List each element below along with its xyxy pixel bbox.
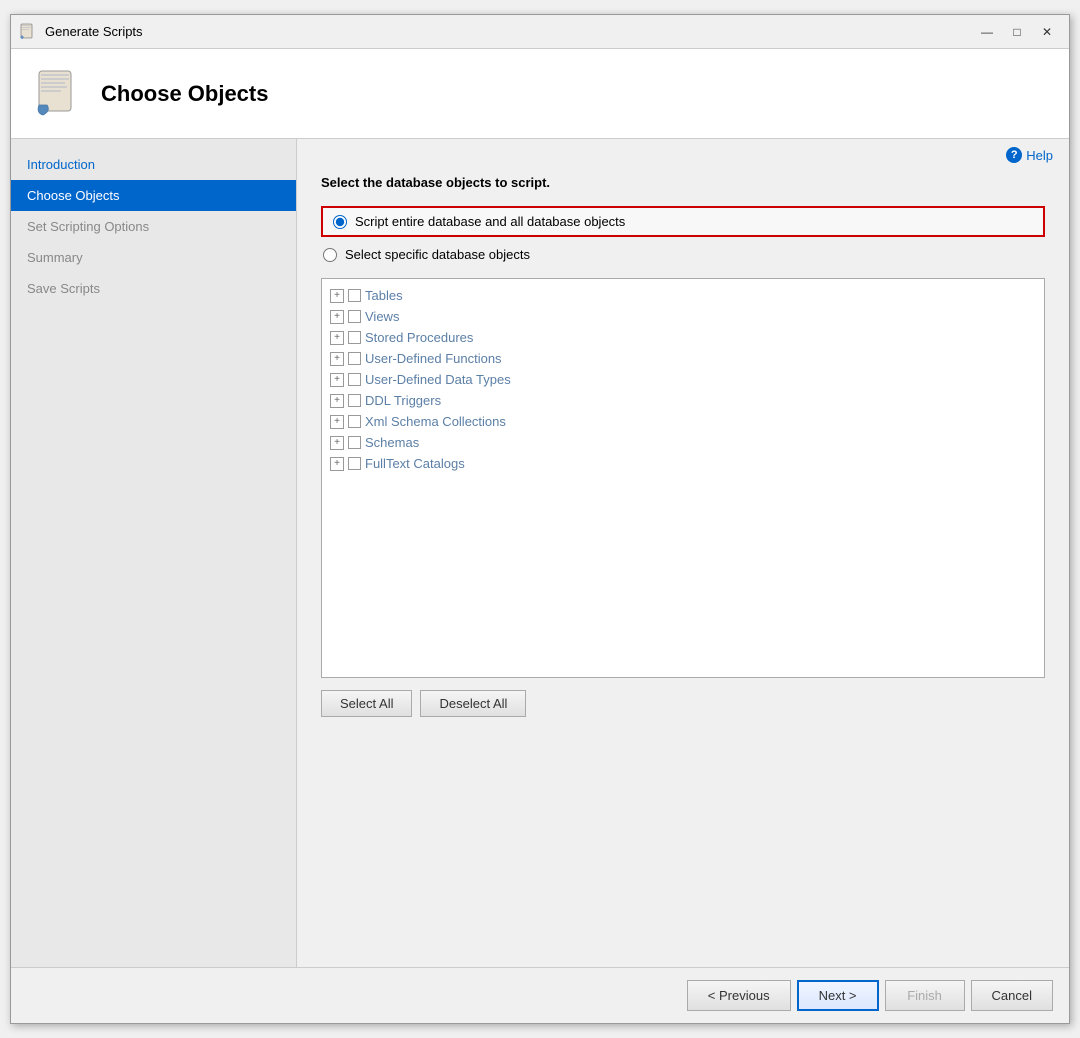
tree-item[interactable]: + User-Defined Data Types	[326, 369, 1040, 390]
title-bar: Generate Scripts — □ ✕	[11, 15, 1069, 49]
sidebar: Introduction Choose Objects Set Scriptin…	[11, 139, 297, 967]
tree-item-label: User-Defined Data Types	[365, 372, 511, 387]
content-area: ? Help Select the database objects to sc…	[297, 139, 1069, 967]
tree-expand-icon[interactable]: +	[330, 415, 344, 429]
radio-group: Script entire database and all database …	[321, 206, 1045, 262]
window-controls: — □ ✕	[973, 21, 1061, 43]
tree-checkbox[interactable]	[348, 289, 361, 302]
tree-item[interactable]: + Tables	[326, 285, 1040, 306]
tree-item-label: Stored Procedures	[365, 330, 473, 345]
objects-tree[interactable]: + Tables + Views + Stored Procedures + U…	[321, 278, 1045, 678]
tree-item-label: Views	[365, 309, 399, 324]
previous-button[interactable]: < Previous	[687, 980, 791, 1011]
tree-expand-icon[interactable]: +	[330, 394, 344, 408]
radio-input-select-specific[interactable]	[323, 248, 337, 262]
app-icon	[19, 23, 37, 41]
tree-expand-icon[interactable]: +	[330, 436, 344, 450]
window-title: Generate Scripts	[45, 24, 973, 39]
tree-checkbox[interactable]	[348, 436, 361, 449]
tree-item-label: Xml Schema Collections	[365, 414, 506, 429]
footer: < Previous Next > Finish Cancel	[11, 967, 1069, 1023]
tree-item-label: Schemas	[365, 435, 419, 450]
close-button[interactable]: ✕	[1033, 21, 1061, 43]
radio-label-script-entire: Script entire database and all database …	[355, 214, 625, 229]
tree-item[interactable]: + User-Defined Functions	[326, 348, 1040, 369]
help-icon: ?	[1006, 147, 1022, 163]
finish-button[interactable]: Finish	[885, 980, 965, 1011]
maximize-button[interactable]: □	[1003, 21, 1031, 43]
help-bar: ? Help	[297, 139, 1069, 167]
sidebar-item-choose-objects[interactable]: Choose Objects	[11, 180, 296, 211]
section-title: Select the database objects to script.	[321, 175, 1045, 190]
tree-item[interactable]: + DDL Triggers	[326, 390, 1040, 411]
sidebar-item-set-scripting-options: Set Scripting Options	[11, 211, 296, 242]
tree-checkbox[interactable]	[348, 394, 361, 407]
tree-item[interactable]: + Schemas	[326, 432, 1040, 453]
tree-expand-icon[interactable]: +	[330, 310, 344, 324]
tree-item[interactable]: + Xml Schema Collections	[326, 411, 1040, 432]
tree-expand-icon[interactable]: +	[330, 373, 344, 387]
page-title: Choose Objects	[101, 81, 268, 107]
deselect-all-button[interactable]: Deselect All	[420, 690, 526, 717]
tree-item-label: FullText Catalogs	[365, 456, 465, 471]
radio-input-script-entire[interactable]	[333, 215, 347, 229]
radio-option-script-entire[interactable]: Script entire database and all database …	[321, 206, 1045, 237]
tree-checkbox[interactable]	[348, 310, 361, 323]
content-body: Select the database objects to script. S…	[297, 167, 1069, 967]
sidebar-item-save-scripts: Save Scripts	[11, 273, 296, 304]
button-row: Select All Deselect All	[321, 690, 1045, 717]
tree-item[interactable]: + Stored Procedures	[326, 327, 1040, 348]
main-window: Generate Scripts — □ ✕ Choose Objects In…	[10, 14, 1070, 1024]
help-link[interactable]: ? Help	[1006, 147, 1053, 163]
tree-item[interactable]: + FullText Catalogs	[326, 453, 1040, 474]
tree-checkbox[interactable]	[348, 457, 361, 470]
sidebar-item-summary: Summary	[11, 242, 296, 273]
radio-option-select-specific[interactable]: Select specific database objects	[321, 247, 1045, 262]
tree-checkbox[interactable]	[348, 415, 361, 428]
radio-label-select-specific: Select specific database objects	[345, 247, 530, 262]
tree-expand-icon[interactable]: +	[330, 457, 344, 471]
tree-item[interactable]: + Views	[326, 306, 1040, 327]
header-icon	[31, 67, 85, 121]
tree-item-label: Tables	[365, 288, 403, 303]
tree-checkbox[interactable]	[348, 373, 361, 386]
main-area: Introduction Choose Objects Set Scriptin…	[11, 139, 1069, 967]
tree-expand-icon[interactable]: +	[330, 289, 344, 303]
minimize-button[interactable]: —	[973, 21, 1001, 43]
tree-expand-icon[interactable]: +	[330, 331, 344, 345]
cancel-button[interactable]: Cancel	[971, 980, 1053, 1011]
sidebar-item-introduction[interactable]: Introduction	[11, 149, 296, 180]
header: Choose Objects	[11, 49, 1069, 139]
tree-checkbox[interactable]	[348, 331, 361, 344]
tree-item-label: User-Defined Functions	[365, 351, 502, 366]
tree-checkbox[interactable]	[348, 352, 361, 365]
tree-item-label: DDL Triggers	[365, 393, 441, 408]
select-all-button[interactable]: Select All	[321, 690, 412, 717]
tree-expand-icon[interactable]: +	[330, 352, 344, 366]
help-label: Help	[1026, 148, 1053, 163]
next-button[interactable]: Next >	[797, 980, 879, 1011]
